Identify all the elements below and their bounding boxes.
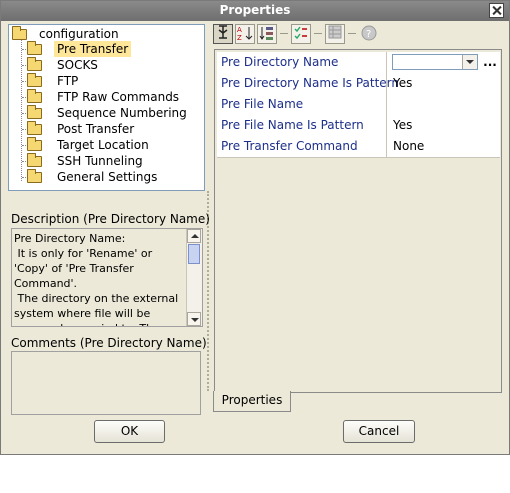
folder-icon <box>27 169 42 183</box>
scroll-up-button[interactable] <box>187 229 201 243</box>
sort-props-icon[interactable] <box>257 24 277 44</box>
tree-item-label: Post Transfer <box>57 122 135 136</box>
property-row[interactable]: Pre Transfer Command None <box>217 136 500 158</box>
properties-dialog: Properties configuration Pre Transfer SO… <box>0 0 510 455</box>
toolbar-separator <box>348 33 356 34</box>
folder-icon <box>27 89 42 103</box>
title-bar[interactable]: Properties <box>1 1 509 21</box>
property-name: Pre File Name Is Pattern <box>217 115 387 136</box>
tab-properties[interactable]: Properties <box>213 391 291 412</box>
folder-icon <box>27 121 42 135</box>
tree-item-label: Target Location <box>57 138 149 152</box>
property-value[interactable] <box>391 94 501 115</box>
folder-open-icon <box>12 26 27 40</box>
property-value[interactable]: Yes <box>391 115 501 136</box>
more-button[interactable]: ... <box>481 52 499 73</box>
description-text: Pre Directory Name: It is only for 'Rena… <box>14 232 179 326</box>
folder-icon <box>27 153 42 167</box>
toolbar-separator <box>280 33 288 34</box>
window-title: Properties <box>219 3 291 17</box>
pre-directory-name-combo[interactable] <box>392 54 478 70</box>
tree-root-label: configuration <box>39 27 119 41</box>
description-scrollbar[interactable] <box>186 229 202 326</box>
property-sheet: Pre Directory Name ... Pre Directory Nam… <box>214 49 502 393</box>
tree-item-label: Sequence Numbering <box>57 106 187 120</box>
folder-icon <box>27 41 42 55</box>
close-button[interactable] <box>489 3 504 18</box>
tree-item-label: SOCKS <box>57 58 98 72</box>
help-icon[interactable]: ? <box>359 24 379 44</box>
property-name: Pre Directory Name Is Pattern <box>217 73 399 94</box>
tree-item-label: FTP <box>57 74 79 88</box>
chevron-down-icon[interactable] <box>462 55 477 69</box>
ok-button[interactable]: OK <box>94 420 165 443</box>
tree-connector <box>21 37 22 181</box>
property-row[interactable]: Pre Directory Name Is Pattern Yes <box>217 73 500 95</box>
grid-icon[interactable] <box>325 24 345 44</box>
property-row[interactable]: Pre Directory Name ... <box>217 52 500 74</box>
property-toolbar: AZ ? <box>213 24 503 46</box>
folder-icon <box>27 105 42 119</box>
folder-icon <box>27 57 42 71</box>
property-name: Pre Transfer Command <box>217 136 387 157</box>
folder-icon <box>27 73 42 87</box>
svg-text:A: A <box>237 26 242 34</box>
svg-text:Z: Z <box>237 34 242 41</box>
property-name: Pre Directory Name <box>217 52 387 73</box>
cancel-button[interactable]: Cancel <box>343 420 415 443</box>
property-row[interactable]: Pre File Name Is Pattern Yes <box>217 115 500 137</box>
description-box: Pre Directory Name: It is only for 'Rena… <box>11 228 203 327</box>
description-heading: Description (Pre Directory Name) <box>11 212 210 226</box>
property-name: Pre File Name <box>217 94 387 115</box>
configuration-tree[interactable]: configuration Pre Transfer SOCKS FTP FTP… <box>8 24 205 191</box>
sort-alpha-icon[interactable]: AZ <box>235 24 255 44</box>
comments-field[interactable] <box>11 351 201 415</box>
categorized-icon[interactable] <box>213 24 233 44</box>
comments-heading: Comments (Pre Directory Name) <box>11 336 207 350</box>
property-row[interactable]: Pre File Name <box>217 94 500 116</box>
property-value[interactable]: None <box>391 136 501 157</box>
toolbar-separator <box>314 33 322 34</box>
tree-item-label: SSH Tunneling <box>57 154 143 168</box>
property-value: ... <box>391 52 501 73</box>
folder-icon <box>27 137 42 151</box>
svg-text:?: ? <box>366 29 371 40</box>
scroll-down-button[interactable] <box>187 312 201 326</box>
scroll-thumb[interactable] <box>188 244 200 264</box>
tree-item-label: Pre Transfer <box>54 41 132 57</box>
tree-item-label: General Settings <box>57 170 158 184</box>
check-list-icon[interactable] <box>291 24 311 44</box>
property-value[interactable]: Yes <box>391 73 501 94</box>
tree-item-label: FTP Raw Commands <box>57 90 180 104</box>
